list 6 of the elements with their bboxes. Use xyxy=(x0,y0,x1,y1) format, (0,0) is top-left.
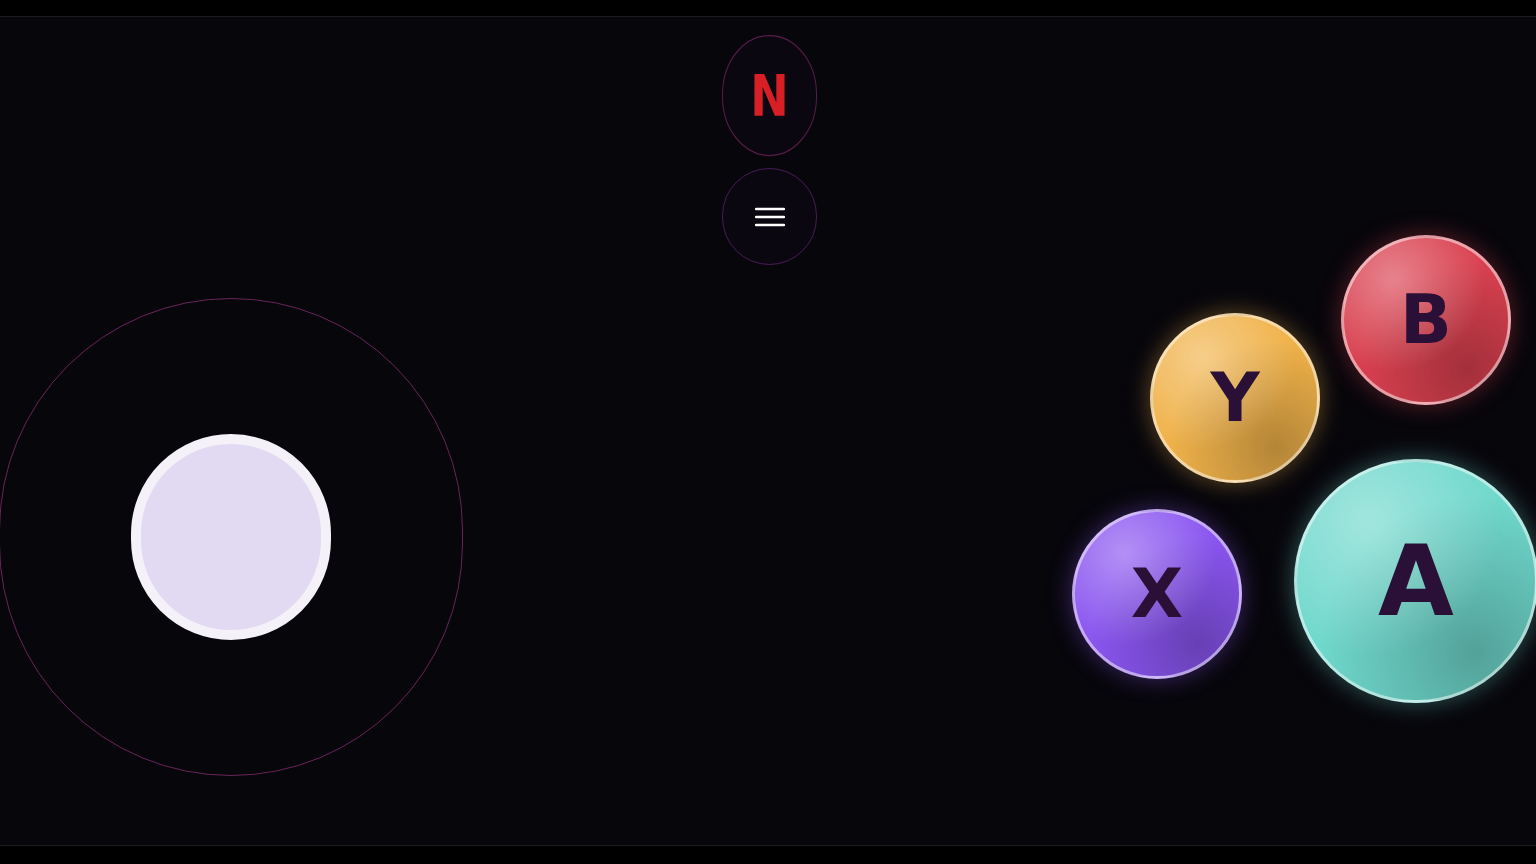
face-button[interactable]: X xyxy=(1072,509,1242,679)
face-button[interactable]: Y xyxy=(1150,313,1320,483)
face-button[interactable]: A xyxy=(1294,459,1536,703)
face-button[interactable]: B xyxy=(1341,235,1511,405)
menu-icon xyxy=(754,205,785,228)
logo-button[interactable]: N xyxy=(722,34,817,157)
